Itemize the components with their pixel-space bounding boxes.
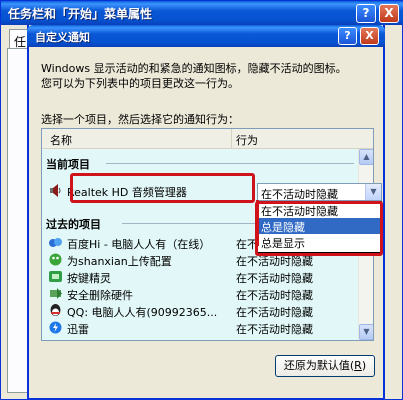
description-line-1: Windows 显示活动的和紧急的通知图标，隐藏不活动的图标。 (41, 62, 347, 75)
column-header-name[interactable]: 名称 (42, 129, 232, 148)
background-window-titlebar[interactable]: 任务栏和「开始」菜单属性 ? X (1, 1, 403, 25)
list-item-name: QQ: 电脑人人有(90992365... (67, 306, 218, 319)
column-header-action[interactable]: 行为 (236, 129, 258, 148)
baidu-hi-icon (48, 235, 63, 250)
list-item[interactable]: 按键精灵 在不活动时隐藏 (42, 268, 358, 285)
description-line-2: 您可以为下列表中的项目更改这一行为。 (41, 77, 239, 90)
background-help-button[interactable]: ? (356, 4, 376, 23)
list-item-name: 为shanxian上传配置 (67, 255, 172, 268)
group-divider-current (106, 163, 354, 164)
background-window-title: 任务栏和「开始」菜单属性 (8, 7, 153, 21)
instruction-text: 选择一个项目，然后选择它的通知行为： (41, 113, 239, 126)
safely-remove-hardware-icon (48, 286, 63, 301)
dialog-description: Windows 显示活动的和紧急的通知图标，隐藏不活动的图标。 您可以为下列表中… (41, 61, 371, 91)
list-item-action: 在不活动时隐藏 (236, 289, 313, 302)
list-item[interactable]: QQ: 电脑人人有(90992365... 在不活动时隐藏 (42, 302, 358, 319)
list-item-action: 在不活动时隐藏 (236, 306, 313, 319)
list-item[interactable]: 迅雷 在不活动时隐藏 (42, 319, 358, 336)
dialog-titlebar[interactable]: 自定义通知 ? X (27, 25, 385, 47)
upload-config-icon (48, 252, 63, 267)
list-item-action: 在不活动时隐藏 (236, 272, 313, 285)
restore-defaults-button[interactable]: 还原为默认值(R) (275, 355, 375, 377)
list-item-name: 按键精灵 (67, 272, 111, 285)
qq-icon (48, 303, 63, 318)
keyboard-sprite-icon (48, 269, 63, 284)
background-tab-panel (7, 48, 29, 393)
speaker-icon (48, 183, 63, 198)
group-label-past: 过去的项目 (46, 218, 101, 231)
list-item-name: 迅雷 (67, 323, 89, 336)
annotation-highlight-options (255, 201, 383, 256)
thunder-icon (48, 320, 63, 335)
list-item-action: 在不活动时隐藏 (236, 323, 313, 336)
group-label-current: 当前项目 (46, 158, 90, 171)
list-item-name: 安全删除硬件 (67, 289, 133, 302)
annotation-highlight-app (70, 173, 255, 203)
scroll-up-arrow-icon[interactable]: ▲ (359, 149, 373, 165)
dialog-close-button[interactable]: X (360, 27, 379, 45)
background-close-button[interactable]: X (379, 4, 399, 23)
restore-defaults-shortcut: R (354, 359, 362, 372)
list-item-name: 百度Hi - 电脑人人有（在线） (67, 238, 211, 251)
dialog-title: 自定义通知 (35, 31, 90, 44)
behavior-select[interactable]: 在不活动时隐藏 ▼ (257, 183, 382, 201)
scroll-down-arrow-icon[interactable]: ▼ (359, 324, 373, 340)
list-header: 名称 行为 (42, 129, 373, 149)
dialog-help-button[interactable]: ? (338, 27, 357, 45)
chevron-down-icon[interactable]: ▼ (365, 184, 381, 200)
customize-notifications-dialog: 自定义通知 ? X Windows 显示活动的和紧急的通知图标，隐藏不活动的图标… (27, 25, 385, 400)
restore-defaults-label: 还原为默认值 (283, 359, 350, 372)
behavior-select-value: 在不活动时隐藏 (261, 188, 338, 201)
list-item[interactable]: 安全删除硬件 在不活动时隐藏 (42, 285, 358, 302)
